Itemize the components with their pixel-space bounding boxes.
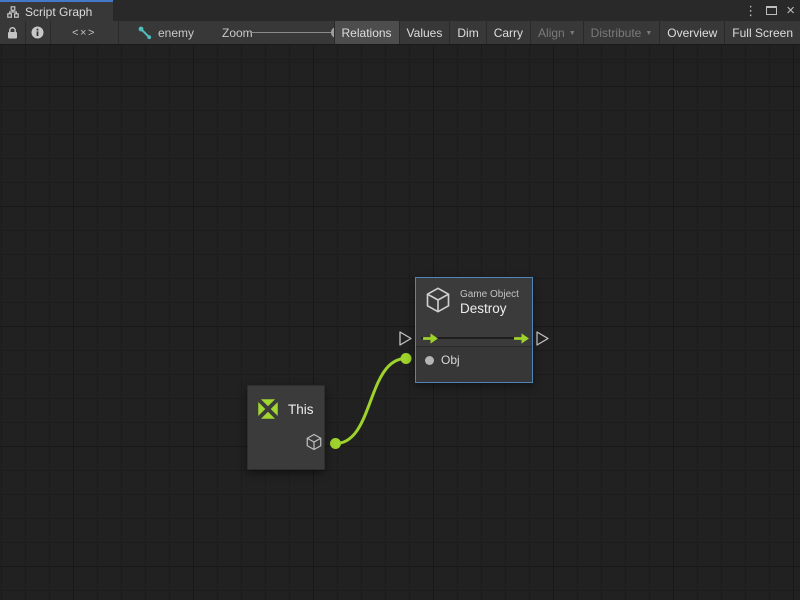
toolbar-separator	[118, 21, 119, 44]
connection-end-dot[interactable]	[401, 353, 412, 364]
preview-connections-button[interactable]: <×>	[50, 21, 118, 44]
info-button[interactable]	[25, 21, 50, 44]
graph-breadcrumb[interactable]: enemy	[138, 21, 194, 44]
info-icon	[31, 26, 44, 39]
node-category: Game Object	[460, 289, 519, 300]
full-screen-button[interactable]: Full Screen	[724, 21, 800, 44]
tab-script-graph[interactable]: Script Graph	[0, 0, 113, 21]
code-icon: <×>	[72, 27, 96, 39]
chevron-down-icon: ▼	[645, 30, 652, 37]
game-object-icon	[424, 286, 452, 314]
window-menu-icon[interactable]: ⋮	[744, 4, 757, 17]
zoom-label: Zoom	[222, 21, 253, 44]
connection-start-dot[interactable]	[330, 438, 341, 449]
node-destroy[interactable]: Game Object Destroy Obj	[415, 277, 533, 383]
zoom-slider-track[interactable]	[250, 32, 343, 33]
button-label: Distribute	[591, 26, 642, 40]
window-titlebar: Script Graph ⋮ ×	[0, 0, 800, 21]
graph-canvas[interactable]: Game Object Destroy Obj This	[0, 45, 800, 600]
button-label: Full Screen	[732, 26, 793, 40]
obj-input-label: Obj	[441, 353, 460, 367]
button-label: Relations	[342, 26, 392, 40]
button-label: Values	[407, 26, 443, 40]
button-label: Overview	[667, 26, 717, 40]
graph-toolbar: <×> enemy Zoom 1x Relations Values Dim C…	[0, 21, 800, 45]
maximize-icon[interactable]	[766, 6, 777, 15]
game-object-output-port[interactable]	[305, 433, 323, 451]
flow-output-arrow-icon[interactable]	[513, 332, 530, 345]
values-button[interactable]: Values	[399, 21, 450, 44]
node-title: This	[288, 402, 314, 417]
tab-title: Script Graph	[25, 5, 92, 19]
control-input-port[interactable]	[400, 332, 411, 345]
graph-asset-icon	[138, 26, 152, 40]
node-separator	[416, 346, 532, 347]
lock-button[interactable]	[0, 21, 25, 44]
obj-input-port[interactable]	[425, 356, 434, 365]
connection-this-to-destroy[interactable]	[330, 353, 412, 449]
control-output-port[interactable]	[537, 332, 548, 345]
button-label: Align	[538, 26, 565, 40]
button-label: Dim	[457, 26, 478, 40]
node-this[interactable]: This	[247, 385, 325, 470]
relations-button[interactable]: Relations	[334, 21, 399, 44]
node-title: Destroy	[460, 301, 507, 316]
carry-button[interactable]: Carry	[486, 21, 530, 44]
flow-input-arrow-icon[interactable]	[422, 332, 439, 345]
this-icon	[255, 396, 281, 422]
dim-button[interactable]: Dim	[449, 21, 485, 44]
align-dropdown[interactable]: Align ▼	[530, 21, 583, 44]
connections-overlay	[0, 45, 800, 600]
toolbar-buttons: Relations Values Dim Carry Align ▼ Distr…	[334, 21, 800, 44]
graph-tab-icon	[7, 6, 19, 18]
node-ports-area	[416, 347, 532, 382]
lock-icon	[6, 26, 19, 40]
graph-name: enemy	[158, 26, 194, 40]
button-label: Carry	[494, 26, 523, 40]
overview-button[interactable]: Overview	[659, 21, 724, 44]
close-icon[interactable]: ×	[786, 3, 795, 18]
chevron-down-icon: ▼	[569, 30, 576, 37]
distribute-dropdown[interactable]: Distribute ▼	[583, 21, 660, 44]
